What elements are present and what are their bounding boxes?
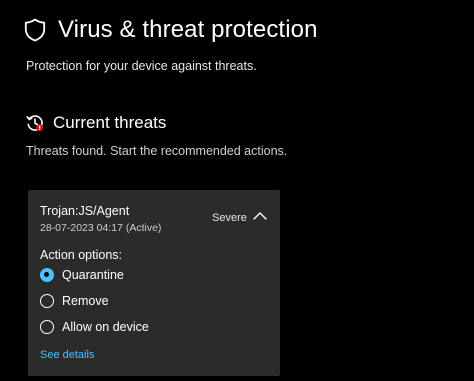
option-label: Remove [62, 294, 109, 308]
threat-name: Trojan:JS/Agent [40, 204, 130, 218]
radio-remove[interactable] [40, 294, 54, 308]
threat-history-icon [26, 114, 44, 132]
option-label: Quarantine [62, 268, 124, 282]
radio-allow-on-device[interactable] [40, 320, 54, 334]
collapse-button[interactable] [252, 210, 268, 222]
chevron-up-icon [252, 210, 268, 222]
threat-date: 28-07-2023 04:17 (Active) [40, 222, 162, 234]
action-options-label: Action options: [40, 248, 122, 262]
page-subtitle: Protection for your device against threa… [26, 59, 257, 73]
page-header: Virus & threat protection [24, 16, 318, 44]
shield-icon [24, 18, 46, 42]
option-allow-on-device[interactable]: Allow on device [40, 320, 149, 334]
option-remove[interactable]: Remove [40, 294, 109, 308]
severity-label: Severe [212, 212, 247, 224]
current-threats-title: Current threats [53, 113, 167, 132]
current-threats-header: Current threats [26, 113, 166, 133]
option-label: Allow on device [62, 320, 149, 334]
option-quarantine[interactable]: Quarantine [40, 268, 124, 282]
radio-quarantine[interactable] [40, 268, 54, 282]
current-threats-description: Threats found. Start the recommended act… [26, 144, 288, 158]
threat-card: Trojan:JS/Agent 28-07-2023 04:17 (Active… [28, 190, 280, 376]
see-details-link[interactable]: See details [40, 349, 94, 361]
page-title: Virus & threat protection [58, 16, 318, 43]
virus-threat-protection-page: Virus & threat protection Protection for… [0, 0, 474, 381]
